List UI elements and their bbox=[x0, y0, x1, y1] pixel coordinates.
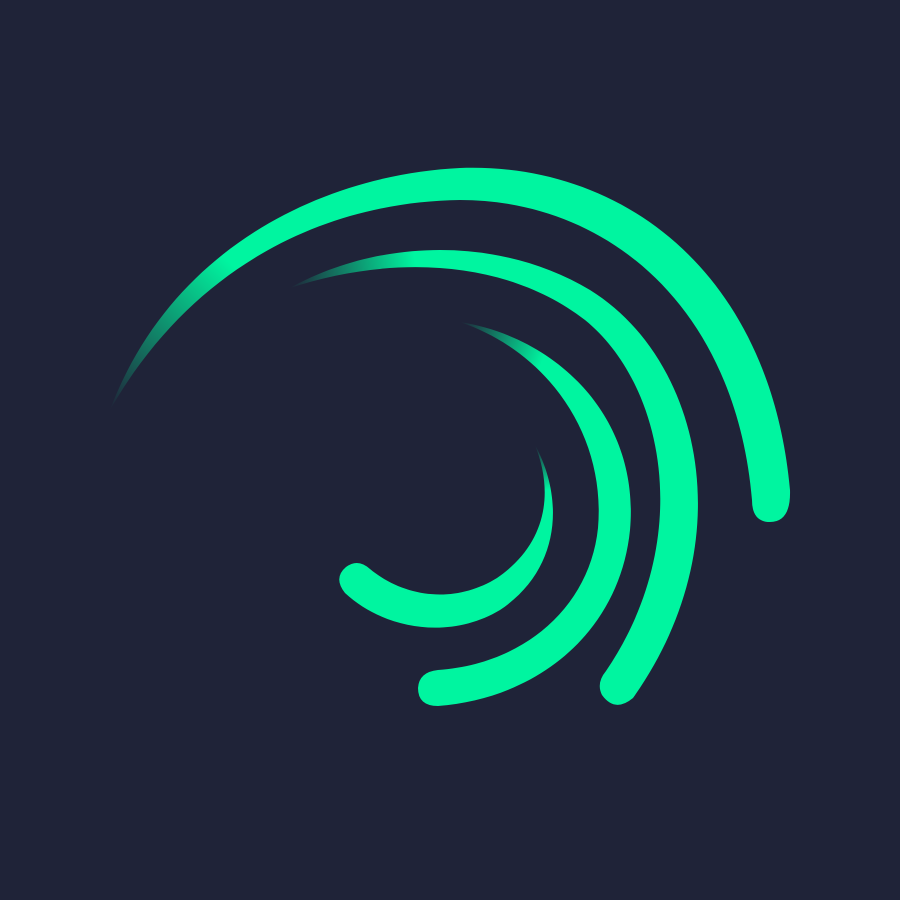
second-arc-shape bbox=[290, 250, 698, 705]
logo-canvas bbox=[0, 0, 900, 900]
swirl-arcs-logo-icon bbox=[110, 167, 791, 706]
third-arc-shape bbox=[418, 322, 631, 706]
inner-arc-shape bbox=[339, 445, 553, 628]
